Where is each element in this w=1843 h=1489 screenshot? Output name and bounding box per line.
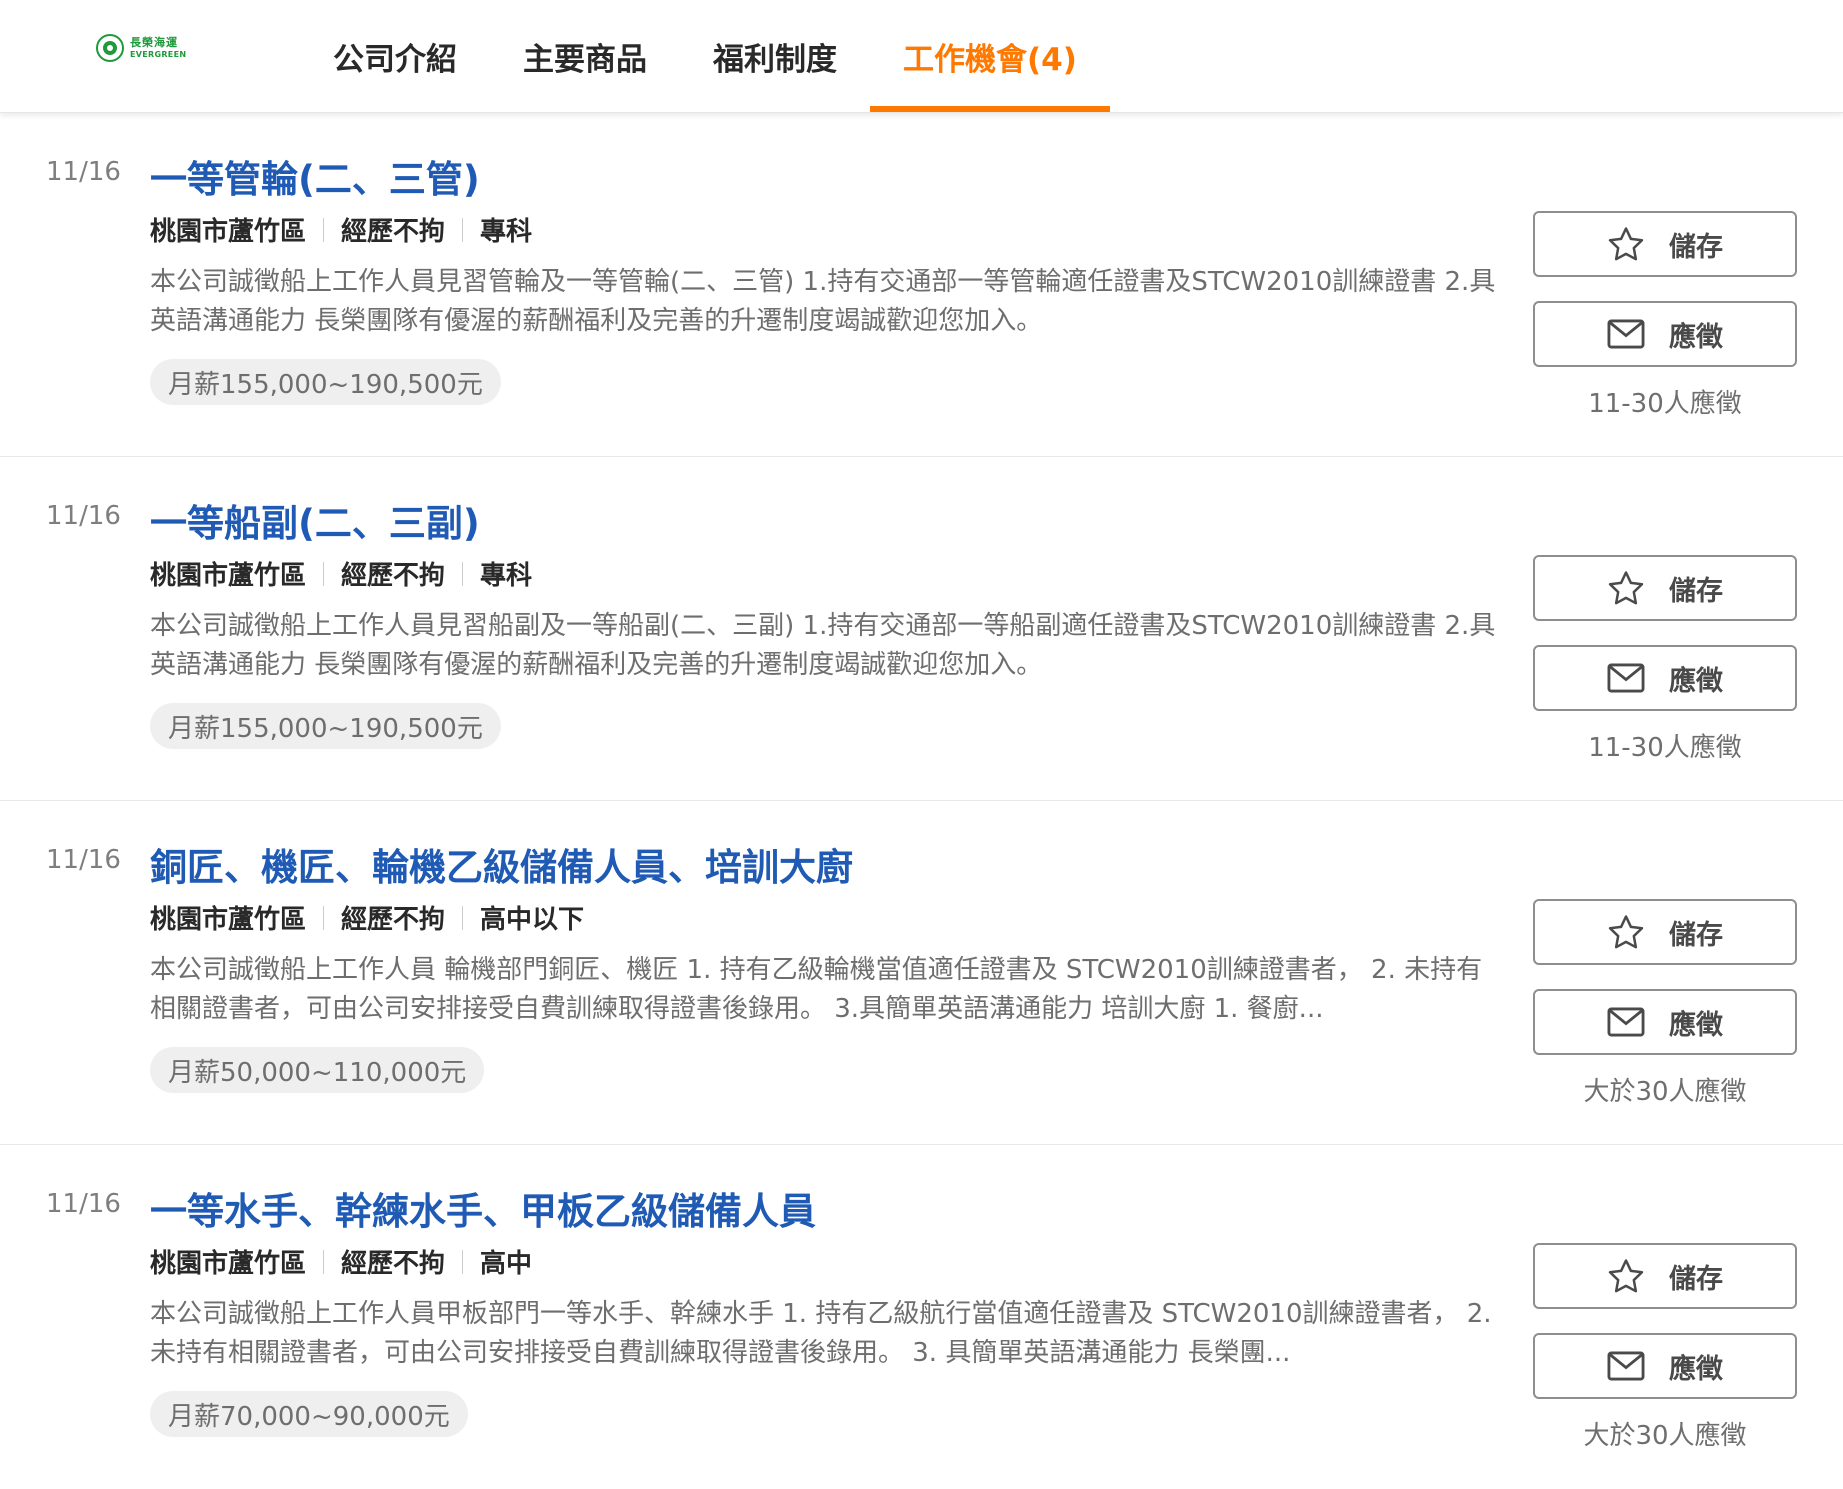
job-location: 桃園市蘆竹區 bbox=[150, 905, 307, 935]
applicant-count: 大於30人應徵 bbox=[1583, 1421, 1747, 1451]
save-label: 儲存 bbox=[1669, 231, 1723, 263]
star-icon bbox=[1607, 914, 1645, 950]
apply-button[interactable]: 應徵 bbox=[1533, 645, 1797, 711]
job-description: 本公司誠徵船上工作人員甲板部門一等水手、幹練水手 1. 持有乙級航行當值適任證書… bbox=[150, 1299, 1492, 1368]
envelope-icon bbox=[1607, 663, 1645, 693]
envelope-icon bbox=[1607, 1351, 1645, 1381]
meta-divider bbox=[462, 1249, 464, 1274]
company-logo[interactable]: 長榮海運 EVERGREEN bbox=[96, 30, 196, 66]
apply-label: 應徵 bbox=[1669, 1353, 1723, 1385]
job-experience: 經歷不拘 bbox=[341, 905, 446, 935]
job-meta: 桃園市蘆竹區 經歷不拘 高中以下 bbox=[150, 899, 584, 936]
salary-tag: 月薪155,000~190,500元 bbox=[150, 703, 501, 749]
save-label: 儲存 bbox=[1669, 919, 1723, 951]
envelope-icon bbox=[1607, 1007, 1645, 1037]
apply-label: 應徵 bbox=[1669, 1009, 1723, 1041]
job-item: 11/16 一等管輪(二、三管) 桃園市蘆竹區 經歷不拘 專科 本公司誠徵船上工… bbox=[0, 113, 1843, 457]
apply-label: 應徵 bbox=[1669, 321, 1723, 353]
job-title-link[interactable]: 一等水手、幹練水手、甲板乙級儲備人員 bbox=[150, 1181, 816, 1235]
post-date: 11/16 bbox=[46, 501, 121, 531]
salary-tag: 月薪50,000~110,000元 bbox=[150, 1047, 485, 1093]
salary-tag: 月薪155,000~190,500元 bbox=[150, 359, 501, 405]
applicant-count: 11-30人應徵 bbox=[1588, 389, 1742, 419]
meta-divider bbox=[462, 217, 464, 242]
job-description: 本公司誠徵船上工作人員 輪機部門銅匠、機匠 1. 持有乙級輪機當值適任證書及 S… bbox=[150, 955, 1483, 1024]
job-location: 桃園市蘆竹區 bbox=[150, 217, 307, 247]
job-description: 本公司誠徵船上工作人員見習船副及一等船副(二、三副) 1.持有交通部一等船副適任… bbox=[150, 611, 1496, 680]
meta-divider bbox=[323, 217, 325, 242]
top-navigation: 長榮海運 EVERGREEN 公司介紹 主要商品 福利制度 工作機會(4) bbox=[0, 0, 1843, 113]
tab-welfare[interactable]: 福利制度 bbox=[680, 0, 870, 112]
save-button[interactable]: 儲存 bbox=[1533, 211, 1797, 277]
job-location: 桃園市蘆竹區 bbox=[150, 561, 307, 591]
tab-company-intro[interactable]: 公司介紹 bbox=[300, 0, 490, 112]
meta-divider bbox=[462, 905, 464, 930]
salary-tag: 月薪70,000~90,000元 bbox=[150, 1391, 468, 1437]
job-title-link[interactable]: 一等管輪(二、三管) bbox=[150, 149, 480, 203]
save-label: 儲存 bbox=[1669, 575, 1723, 607]
meta-divider bbox=[323, 1249, 325, 1274]
star-icon bbox=[1607, 570, 1645, 606]
job-item: 11/16 一等船副(二、三副) 桃園市蘆竹區 經歷不拘 專科 本公司誠徵船上工… bbox=[0, 457, 1843, 801]
applicant-count: 大於30人應徵 bbox=[1583, 1077, 1747, 1107]
save-label: 儲存 bbox=[1669, 1263, 1723, 1295]
job-education: 專科 bbox=[480, 217, 533, 247]
star-icon bbox=[1607, 226, 1645, 262]
logo-name-cn: 長榮海運 bbox=[130, 36, 178, 49]
apply-button[interactable]: 應徵 bbox=[1533, 301, 1797, 367]
post-date: 11/16 bbox=[46, 845, 121, 875]
tab-bar: 公司介紹 主要商品 福利制度 工作機會(4) bbox=[300, 0, 1110, 112]
star-icon bbox=[1607, 1258, 1645, 1294]
job-location: 桃園市蘆竹區 bbox=[150, 1249, 307, 1279]
logo-text: 長榮海運 EVERGREEN bbox=[130, 37, 186, 59]
job-meta: 桃園市蘆竹區 經歷不拘 專科 bbox=[150, 211, 532, 248]
tab-main-products[interactable]: 主要商品 bbox=[490, 0, 680, 112]
job-experience: 經歷不拘 bbox=[341, 561, 446, 591]
apply-label: 應徵 bbox=[1669, 665, 1723, 697]
save-button[interactable]: 儲存 bbox=[1533, 899, 1797, 965]
post-date: 11/16 bbox=[46, 157, 121, 187]
envelope-icon bbox=[1607, 319, 1645, 349]
apply-button[interactable]: 應徵 bbox=[1533, 1333, 1797, 1399]
job-education: 高中 bbox=[480, 1249, 533, 1279]
tab-job-openings[interactable]: 工作機會(4) bbox=[870, 0, 1110, 112]
applicant-count: 11-30人應徵 bbox=[1588, 733, 1742, 763]
logo-name-en: EVERGREEN bbox=[130, 50, 187, 59]
job-meta: 桃園市蘆竹區 經歷不拘 專科 bbox=[150, 555, 532, 592]
job-title-link[interactable]: 銅匠、機匠、輪機乙級儲備人員、培訓大廚 bbox=[150, 837, 853, 891]
job-experience: 經歷不拘 bbox=[341, 1249, 446, 1279]
meta-divider bbox=[462, 561, 464, 586]
job-title-link[interactable]: 一等船副(二、三副) bbox=[150, 493, 480, 547]
job-meta: 桃園市蘆竹區 經歷不拘 高中 bbox=[150, 1243, 532, 1280]
job-education: 專科 bbox=[480, 561, 533, 591]
job-list: 11/16 一等管輪(二、三管) 桃園市蘆竹區 經歷不拘 專科 本公司誠徵船上工… bbox=[0, 113, 1843, 1489]
save-button[interactable]: 儲存 bbox=[1533, 1243, 1797, 1309]
job-item: 11/16 一等水手、幹練水手、甲板乙級儲備人員 桃園市蘆竹區 經歷不拘 高中 … bbox=[0, 1145, 1843, 1489]
job-description: 本公司誠徵船上工作人員見習管輪及一等管輪(二、三管) 1.持有交通部一等管輪適任… bbox=[150, 267, 1496, 336]
job-education: 高中以下 bbox=[480, 905, 585, 935]
meta-divider bbox=[323, 905, 325, 930]
evergreen-emblem-icon bbox=[96, 34, 124, 62]
meta-divider bbox=[323, 561, 325, 586]
job-experience: 經歷不拘 bbox=[341, 217, 446, 247]
save-button[interactable]: 儲存 bbox=[1533, 555, 1797, 621]
apply-button[interactable]: 應徵 bbox=[1533, 989, 1797, 1055]
job-item: 11/16 銅匠、機匠、輪機乙級儲備人員、培訓大廚 桃園市蘆竹區 經歷不拘 高中… bbox=[0, 801, 1843, 1145]
post-date: 11/16 bbox=[46, 1189, 121, 1219]
